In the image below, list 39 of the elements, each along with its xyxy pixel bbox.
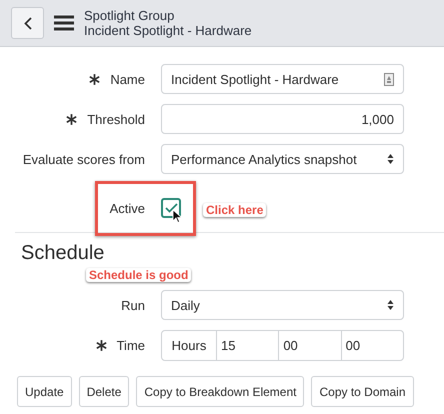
field-label: Active [110,200,145,216]
field-label: Evaluate scores from [22,152,145,166]
required-icon [94,339,108,352]
field-label: Time [116,338,145,353]
annotation-label: Click here [203,203,266,217]
field-icon [384,72,394,86]
back-button[interactable] [11,7,44,39]
name-field[interactable]: Incident Spotlight - Hardware [161,64,404,94]
time-input[interactable]: 00 [340,331,403,360]
time-input[interactable]: 00 [278,331,341,360]
field-value: Performance Analytics snapshot [171,152,357,166]
threshold-field[interactable]: 1,000 [161,104,404,134]
select-field[interactable]: Daily [161,290,404,320]
field-value: 1,000 [361,112,394,126]
action-button[interactable]: Update [17,376,72,407]
section-heading: Schedule [21,241,106,265]
time-input[interactable]: 15 [216,331,278,360]
action-button[interactable]: Copy to Breakdown Element [136,376,304,407]
header-subtitle: Incident Spotlight - Hardware [84,23,252,38]
check-icon [164,203,178,213]
dropdown-arrows-icon [387,153,394,165]
field-value: Daily [171,298,200,312]
annotation-label: Schedule is good [86,268,192,282]
dropdown-arrows-icon [387,299,394,311]
field-label: Name [110,72,145,86]
unit-label: Hours [170,337,208,355]
field-label: Threshold [87,112,145,126]
header-title: Spotlight Group [84,8,176,23]
field-value: Incident Spotlight - Hardware [171,72,339,86]
required-icon [88,72,102,86]
required-icon [65,112,78,126]
back-icon [24,16,32,30]
action-button[interactable]: Copy to Domain [311,376,414,407]
select-field[interactable]: Performance Analytics snapshot [161,144,404,174]
cursor-icon [172,209,182,223]
menu-icon[interactable] [54,15,74,31]
field-label: Run [121,298,145,312]
time-field[interactable]: Hours 15 00 00 [161,330,404,361]
action-button[interactable]: Delete [78,376,130,407]
